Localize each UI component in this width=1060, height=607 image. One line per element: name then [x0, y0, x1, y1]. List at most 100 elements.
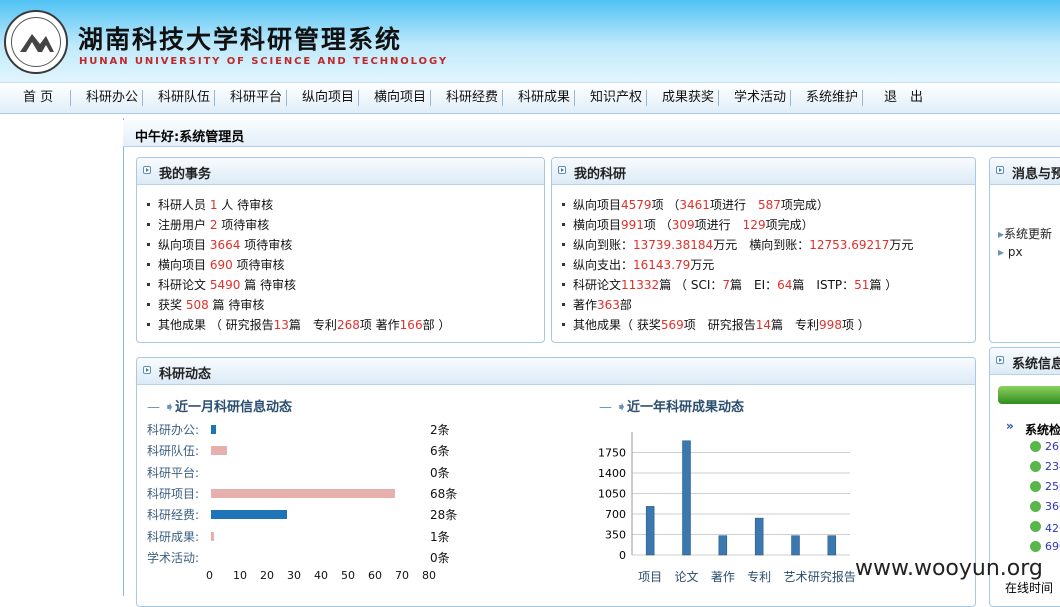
nav-awards[interactable]: 成果获奖: [662, 83, 714, 113]
chart-y-tick: 1050: [598, 488, 626, 501]
check-item[interactable]: 42条: [1045, 520, 1060, 536]
month-dynamics-title: — ➧近一月科研信息动态: [147, 400, 293, 415]
panel-title: 科研动态: [159, 367, 212, 382]
online-time-label: 在线时间: [1005, 581, 1054, 595]
chart-x-tick: 70: [395, 569, 409, 582]
chart-bar: [211, 446, 228, 456]
nav-research-funds[interactable]: 科研经费: [446, 83, 498, 113]
chart-value-label: 2条: [430, 423, 450, 437]
chart-category-label: 科研成果:: [147, 529, 200, 544]
chart-bar: [211, 488, 395, 498]
message-item[interactable]: ▸系统更新: [998, 225, 1052, 242]
panel-title: 消息与预: [1012, 167, 1060, 182]
nav-horizontal-project[interactable]: 横向项目: [374, 83, 426, 113]
my_research-line: 科研论文11332篇 （ SCI：7篇 EI：64篇 ISTP：51篇 ）: [562, 276, 897, 293]
header-banner: 湖南科技大学科研管理系统 HUNAN UNIVERSITY OF SCIENCE…: [0, 0, 1060, 82]
nav-research-platform[interactable]: 科研平台: [230, 83, 282, 113]
my_affairs-line: 获奖 508 篇 待审核: [147, 296, 264, 313]
nav-system-maintenance[interactable]: 系统维护: [806, 83, 858, 113]
chart-category-label: 艺术: [783, 570, 807, 584]
chart-y-tick: 350: [605, 529, 626, 542]
check-item[interactable]: 261: [1045, 440, 1060, 453]
chart-bar: [645, 506, 655, 556]
chart-category-label: 科研经费:: [147, 508, 200, 523]
my_affairs-line: 科研人员 1 人 待审核: [147, 196, 273, 213]
chart-bar: [211, 510, 287, 520]
panel-title: 我的科研: [574, 167, 627, 182]
check-icon: [1030, 481, 1041, 492]
chart-x-tick: 50: [341, 569, 355, 582]
university-english-name: HUNAN UNIVERSITY OF SCIENCE AND TECHNOLO…: [79, 56, 448, 67]
chart-bar: [682, 440, 691, 556]
greeting-bar: 中午好:系统管理员: [123, 120, 1060, 147]
chart-category-label: 科研项目:: [147, 486, 200, 501]
chart-category-label: 科研办公:: [147, 423, 200, 437]
chart-value-label: 0条: [430, 550, 450, 565]
panel-toggle-icon[interactable]: [143, 366, 151, 374]
chart-y-tick: 1750: [598, 447, 626, 460]
nav-home[interactable]: 首 页: [23, 83, 53, 113]
nav-academic[interactable]: 学术活动: [734, 83, 786, 113]
my_research-line: 横向项目991项 （309项进行 129项完成）: [562, 216, 814, 233]
university-logo: [4, 10, 68, 74]
chart-y-tick: 0: [619, 549, 626, 562]
nav-research-office[interactable]: 科研办公: [86, 83, 138, 113]
my_research-line: 纵向支出：16143.79万元: [562, 256, 714, 273]
system-progress-bar: [998, 386, 1060, 404]
nav-ip[interactable]: 知识产权: [590, 83, 642, 113]
nav-research-team[interactable]: 科研队伍: [158, 83, 210, 113]
check-icon: [1030, 521, 1041, 532]
my_research-line: 纵向项目4579项 （3461项进行 587项完成）: [562, 196, 829, 213]
watermark-text: www.wooyun.org: [855, 556, 1043, 581]
chart-x-tick: 30: [287, 569, 301, 582]
check-icon: [1030, 501, 1041, 512]
panel-my-affairs: 我的事务 科研人员 1 人 待审核 注册用户 2 项待审核 纵向项目 3664 项待…: [136, 157, 545, 343]
system-check-title: 系统检: [1025, 423, 1060, 437]
message-item[interactable]: ▸ px: [998, 245, 1023, 259]
check-item[interactable]: 690: [1045, 540, 1060, 553]
chart-category-label: 研究报告: [808, 569, 856, 584]
nav-vertical-project[interactable]: 纵向项目: [302, 83, 354, 113]
chart-bar: [211, 531, 214, 541]
chart-value-label: 68条: [430, 486, 458, 501]
chart-category-label: 专利: [747, 569, 771, 584]
chart-x-tick: 20: [260, 569, 274, 582]
chart-y-tick: 1400: [598, 467, 626, 480]
panel-toggle-icon[interactable]: [996, 356, 1004, 364]
chart-bar: [211, 425, 217, 434]
nav-logout[interactable]: 退 出: [884, 83, 923, 113]
main-nav: 首 页 科研办公 科研队伍 科研平台 纵向项目 横向项目 科研经费 科研成果 知…: [0, 82, 1060, 114]
my_research-line: 其他成果（ 获奖569项 研究报告14篇 专利998项 ）: [562, 316, 870, 333]
greeting-text: 中午好:系统管理员: [135, 130, 245, 145]
check-icon: [1030, 461, 1041, 472]
panel-toggle-icon[interactable]: [558, 166, 566, 174]
chart-value-label: 0条: [430, 465, 450, 480]
chart-bar: [827, 535, 837, 556]
my_affairs-line: 注册用户 2 项待审核: [147, 216, 269, 233]
my_affairs-line: 其他成果 （ 研究报告13篇 专利268项 著作166部 ）: [147, 316, 450, 333]
panel-research-dynamics: 科研动态 — ➧近一月科研信息动态 — ➧近一年科研成果动态 科研办公: 2条 科研…: [136, 357, 976, 607]
check-item[interactable]: 234: [1045, 460, 1060, 473]
my_research-line: 纵向到账：13739.38184万元 横向到账：12753.69217万元: [562, 236, 913, 253]
my_affairs-line: 横向项目 690 项待审核: [147, 256, 285, 273]
chart-x-tick: 40: [314, 569, 328, 582]
chart-category-label: 科研平台:: [147, 465, 200, 480]
panel-title: 我的事务: [159, 167, 212, 182]
panel-toggle-icon[interactable]: [143, 166, 151, 174]
chart-value-label: 6条: [430, 444, 450, 459]
check-icon: [1030, 541, 1041, 552]
system-title: 湖南科技大学科研管理系统: [78, 25, 403, 54]
chart-category-label: 论文: [674, 569, 698, 584]
check-item[interactable]: 366: [1045, 500, 1060, 513]
check-item[interactable]: 250: [1045, 480, 1060, 493]
chart-x-tick: 0: [206, 569, 213, 582]
chart-x-tick: 10: [233, 569, 247, 582]
panel-toggle-icon[interactable]: [996, 166, 1004, 174]
year-bar-chart: 0 350 700 1050 1400 1750 项目 论文 著作 专利 艺术 研究报告: [598, 432, 856, 584]
chart-bar: [718, 535, 728, 556]
panel-my-research: 我的科研 纵向项目4579项 （3461项进行 587项完成） 横向项目991项 …: [551, 157, 976, 343]
chart-x-tick: 80: [422, 569, 436, 582]
nav-research-results[interactable]: 科研成果: [518, 83, 570, 113]
double-arrow-icon: »: [1006, 419, 1014, 433]
chart-category-label: 学术活动:: [147, 550, 200, 565]
